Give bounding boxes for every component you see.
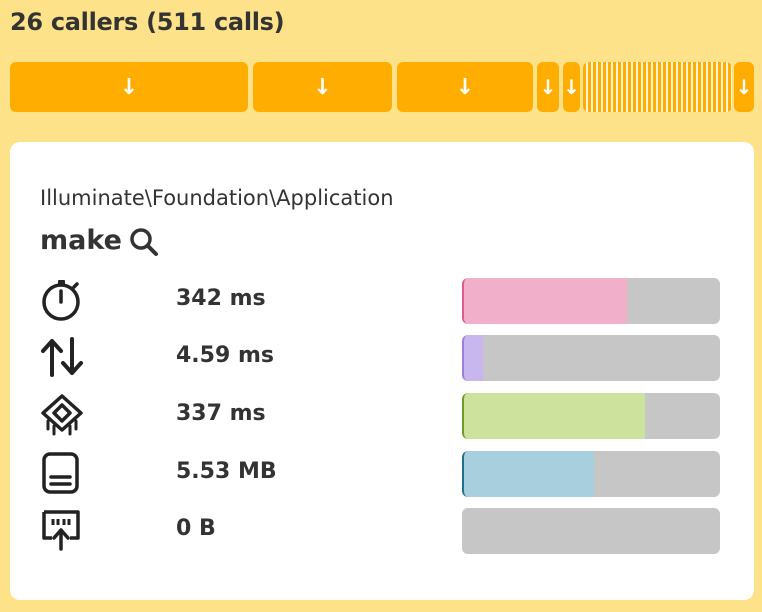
arrow-down-icon: ↓ (539, 75, 557, 99)
metric-bar-fill (462, 393, 646, 439)
metric-row-network: 0 B (40, 508, 730, 556)
metric-bar-fill (462, 335, 483, 381)
metric-bar-fill (462, 451, 594, 497)
metric-bar-fill (462, 278, 628, 324)
caller-segment[interactable]: ↓ (253, 62, 392, 112)
metric-bar (462, 393, 720, 439)
arrow-down-icon: ↓ (563, 75, 580, 99)
metric-value: 337 ms (176, 401, 266, 426)
details-card: Illuminate\Foundation\Application make 3… (10, 142, 754, 600)
arrow-down-icon: ↓ (735, 75, 753, 99)
callers-title: 26 callers (511 calls) (10, 8, 285, 36)
metric-row-cpu: 337 ms (40, 393, 730, 441)
caller-segment[interactable]: ↓ (734, 62, 754, 112)
callers-bar: ↓ ↓ ↓ ↓ ↓ ↓ (10, 62, 754, 112)
method-name: make (40, 224, 122, 256)
caller-segment[interactable]: ↓ (397, 62, 533, 112)
metric-bar (462, 335, 720, 381)
memory-icon (42, 452, 79, 494)
io-arrows-icon (41, 337, 83, 377)
caller-segment[interactable]: ↓ (537, 62, 559, 112)
metric-bar (462, 451, 720, 497)
arrow-down-icon: ↓ (455, 74, 475, 100)
metric-row-memory: 5.53 MB (40, 451, 730, 499)
minor-callers-strip[interactable] (583, 62, 732, 112)
stopwatch-icon (42, 280, 80, 321)
metric-bar (462, 508, 720, 554)
metric-bar (462, 278, 720, 324)
network-icon (42, 510, 80, 551)
metric-row-io-wait: 4.59 ms (40, 335, 730, 383)
metric-value: 4.59 ms (176, 343, 274, 368)
metric-value: 0 B (176, 516, 216, 541)
arrow-down-icon: ↓ (313, 74, 332, 100)
metric-row-wall-time: 342 ms (40, 278, 730, 326)
metric-value: 342 ms (176, 286, 266, 311)
arrow-down-icon: ↓ (119, 74, 139, 100)
caller-segment[interactable]: ↓ (563, 62, 580, 112)
search-icon[interactable] (128, 226, 160, 258)
namespace-label: Illuminate\Foundation\Application (40, 186, 394, 210)
caller-segment[interactable]: ↓ (10, 62, 248, 112)
cpu-icon (41, 394, 83, 436)
metric-value: 5.53 MB (176, 459, 277, 484)
method-heading: make (40, 222, 160, 258)
